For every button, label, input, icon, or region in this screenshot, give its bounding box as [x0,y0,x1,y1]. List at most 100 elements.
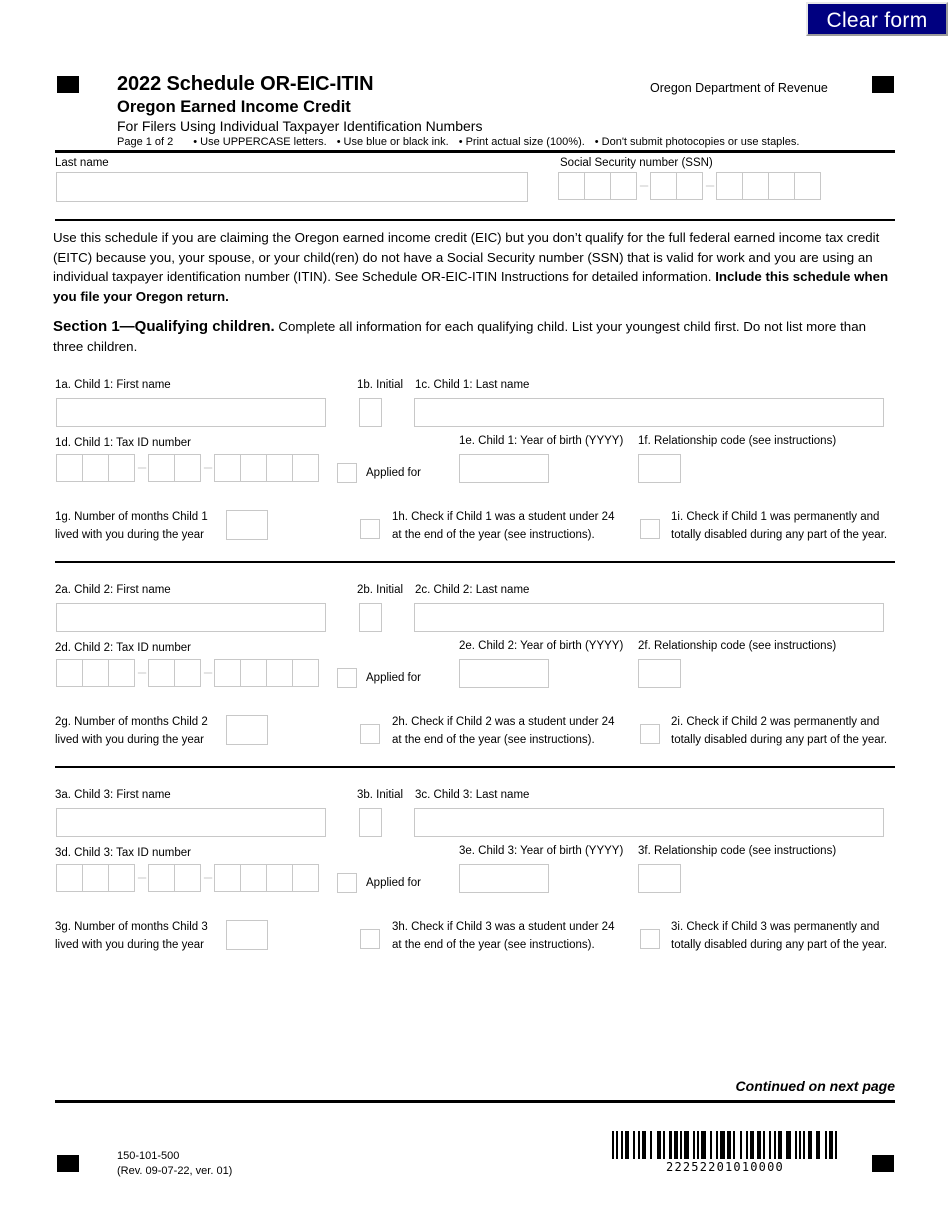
child-2-first-name-input[interactable] [56,603,326,632]
child-1-tax-id-group[interactable]: – – [56,454,319,482]
form-number-block: 150-101-500 (Rev. 09-07-22, ver. 01) [117,1149,232,1179]
tax-id-digit[interactable] [240,864,267,892]
child-1-relationship-input[interactable] [638,454,681,483]
tax-id-digit[interactable] [174,864,201,892]
form-description: For Filers Using Individual Taxpayer Ide… [117,118,483,134]
tax-id-digit[interactable] [82,659,109,687]
tax-id-digit[interactable] [292,454,319,482]
tax-id-digit[interactable] [240,659,267,687]
child-3-disabled-checkbox[interactable] [640,929,660,949]
tax-id-digit[interactable] [148,659,175,687]
tax-id-digit[interactable] [108,454,135,482]
child-1-first-name-input[interactable] [56,398,326,427]
tax-id-digit[interactable] [148,454,175,482]
ssn-digit[interactable] [558,172,585,200]
child-2-student-label-line1: 2h. Check if Child 2 was a student under… [392,716,615,728]
ssn-input-group[interactable]: – – [558,172,821,200]
tax-id-digit[interactable] [292,864,319,892]
child-3-year-of-birth-label: 3e. Child 3: Year of birth (YYYY) [459,845,624,857]
tax-id-digit[interactable] [214,454,241,482]
child-1-applied-for-checkbox[interactable] [337,463,357,483]
form-title: 2022 Schedule OR-EIC-ITIN [117,73,374,95]
child-2-months-label-line1: 2g. Number of months Child 2 [55,716,208,728]
child-2-student-label-line2: at the end of the year (see instructions… [392,734,595,746]
child-3-initial-input[interactable] [359,808,382,837]
child-3-relationship-input[interactable] [638,864,681,893]
child-3-student-label-line2: at the end of the year (see instructions… [392,939,595,951]
tax-id-digit[interactable] [266,659,293,687]
header-instructions: Page 1 of 2 • Use UPPERCASE letters. • Use b… [117,136,809,148]
tax-id-digit[interactable] [266,454,293,482]
tax-id-digit[interactable] [82,454,109,482]
ssn-digit[interactable] [610,172,637,200]
child-2-student-checkbox[interactable] [360,724,380,744]
ssn-digit[interactable] [716,172,743,200]
ssn-digit[interactable] [584,172,611,200]
child-2-tax-id-group[interactable]: – – [56,659,319,687]
ssn-digit[interactable] [676,172,703,200]
child-3-tax-id-group[interactable]: – – [56,864,319,892]
child-3-last-name-input[interactable] [414,808,884,837]
child-3-first-name-input[interactable] [56,808,326,837]
last-name-input[interactable] [56,172,528,202]
tax-id-digit[interactable] [56,864,83,892]
child-2-year-of-birth-input[interactable] [459,659,549,688]
child-2-initial-input[interactable] [359,603,382,632]
child-2-disabled-label-line1: 2i. Check if Child 2 was permanently and [671,716,880,728]
child-3-applied-for-checkbox[interactable] [337,873,357,893]
child-1-last-name-input[interactable] [414,398,884,427]
child-1-tax-id-label: 1d. Child 1: Tax ID number [55,437,191,449]
tax-id-digit[interactable] [148,864,175,892]
child-2-last-name-input[interactable] [414,603,884,632]
tax-id-digit[interactable] [174,659,201,687]
registration-mark-bottom-left [57,1155,79,1172]
ssn-digit[interactable] [768,172,795,200]
tax-id-digit[interactable] [214,659,241,687]
child-3-first-name-label: 3a. Child 3: First name [55,789,171,801]
child-3-disabled-label: 3i. Check if Child 3 was permanently and… [671,918,911,954]
child-2-relationship-input[interactable] [638,659,681,688]
child-2-divider [55,766,895,768]
ssn-digit[interactable] [742,172,769,200]
child-3-student-checkbox[interactable] [360,929,380,949]
instruction-ink: Use blue or black ink. [343,136,449,148]
tax-id-digit[interactable] [214,864,241,892]
tax-id-digit[interactable] [292,659,319,687]
child-1-disabled-checkbox[interactable] [640,519,660,539]
child-2-relationship-label: 2f. Relationship code (see instructions) [638,640,837,652]
tax-id-digit[interactable] [56,659,83,687]
child-1-student-label: 1h. Check if Child 1 was a student under… [392,508,632,544]
section1-heading: Section 1—Qualifying children. [53,318,275,335]
header-rule [55,150,895,153]
registration-mark-top-left [57,76,79,93]
bullet-icon: • [336,136,341,148]
tax-id-digit[interactable] [266,864,293,892]
child-3-year-of-birth-input[interactable] [459,864,549,893]
tax-id-digit[interactable] [108,659,135,687]
child-1-year-of-birth-input[interactable] [459,454,549,483]
tax-id-digit[interactable] [174,454,201,482]
child-1-student-label-line1: 1h. Check if Child 1 was a student under… [392,511,615,523]
registration-mark-bottom-right [872,1155,894,1172]
tax-id-separator: – [203,459,213,476]
clear-form-button[interactable]: Clear form [806,2,948,36]
ssn-digit[interactable] [794,172,821,200]
tax-id-digit[interactable] [108,864,135,892]
tax-id-digit[interactable] [240,454,267,482]
child-1-student-checkbox[interactable] [360,519,380,539]
child-2-applied-for-checkbox[interactable] [337,668,357,688]
child-2-student-label: 2h. Check if Child 2 was a student under… [392,713,632,749]
child-2-months-input[interactable] [226,715,268,745]
child-3-months-input[interactable] [226,920,268,950]
child-3-months-label-line2: lived with you during the year [55,939,204,951]
tax-id-separator: – [137,459,147,476]
tax-id-digit[interactable] [56,454,83,482]
child-2-disabled-checkbox[interactable] [640,724,660,744]
child-1-months-input[interactable] [226,510,268,540]
ssn-digit[interactable] [650,172,677,200]
child-1-initial-input[interactable] [359,398,382,427]
bullet-icon: • [458,136,463,148]
tax-id-digit[interactable] [82,864,109,892]
form-page: Clear form 2022 Schedule OR-EIC-ITIN Ore… [0,0,950,1230]
child-2-tax-id-label: 2d. Child 2: Tax ID number [55,642,191,654]
